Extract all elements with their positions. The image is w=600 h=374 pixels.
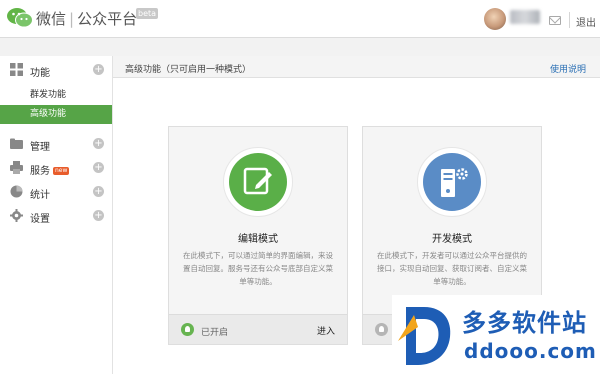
edit-mode-status: 已开启: [201, 328, 229, 338]
help-link[interactable]: 使用说明: [550, 62, 586, 75]
brand-primary: 微信: [36, 10, 67, 28]
lightbulb-icon: [181, 323, 194, 336]
sidebar-item-advanced[interactable]: 高级功能: [0, 105, 112, 124]
sidebar-group-stats[interactable]: 统计 +: [0, 180, 112, 204]
avatar[interactable]: [484, 8, 506, 30]
edit-mode-card: 编辑模式 在此模式下，可以通过简单的界面编辑，来设置自动回复。服务号还有公众号底…: [168, 126, 348, 345]
page-title: 高级功能（只可启用一种模式）: [125, 65, 252, 75]
expand-icon[interactable]: +: [93, 64, 104, 75]
mail-icon[interactable]: [549, 16, 561, 25]
wechat-logo-icon: [7, 8, 33, 28]
dev-mode-title: 开发模式: [432, 234, 472, 245]
sidebar-group-service[interactable]: 服务 new +: [0, 156, 112, 180]
expand-icon[interactable]: +: [93, 162, 104, 173]
edit-icon: [243, 167, 272, 195]
sidebar-group-label: 服务 new: [30, 162, 70, 177]
sidebar-group-label: 管理: [30, 142, 50, 153]
panel-header: 高级功能（只可启用一种模式） 使用说明: [113, 56, 600, 78]
header-divider: [569, 12, 570, 28]
enter-button[interactable]: 进入: [317, 324, 335, 337]
watermark-name: 多多软件站: [462, 309, 587, 337]
logout-link[interactable]: 退出: [576, 14, 596, 29]
sidebar-group-function[interactable]: 功能 +: [0, 58, 112, 82]
sidebar-group-manage[interactable]: 管理 +: [0, 132, 112, 156]
edit-mode-title: 编辑模式: [238, 234, 278, 245]
edit-mode-footer: 已开启 进入: [169, 314, 347, 344]
pie-chart-icon: [10, 185, 23, 198]
beta-badge: beta: [136, 8, 159, 19]
print-icon: [10, 161, 23, 174]
brand-title: 微信 | 公众平台: [36, 8, 137, 29]
brand-secondary: 公众平台: [77, 10, 138, 28]
watermark: 多多软件站 ddooo.com: [392, 295, 600, 374]
lightbulb-icon: [375, 323, 388, 336]
sidebar-group-settings[interactable]: 设置 +: [0, 204, 112, 228]
sidebar-group-label: 设置: [30, 214, 50, 225]
brand-divider: |: [69, 10, 75, 28]
folder-icon: [10, 138, 23, 149]
expand-icon[interactable]: +: [93, 138, 104, 149]
edit-mode-badge: [223, 147, 293, 217]
server-gear-icon: [441, 168, 468, 197]
sidebar-group-label-text: 服务: [30, 166, 50, 177]
expand-icon[interactable]: +: [93, 210, 104, 221]
new-badge: new: [53, 167, 70, 175]
sidebar-item-broadcast[interactable]: 群发功能: [0, 86, 112, 105]
sidebar: 功能 + 群发功能 高级功能 管理 + 服务 new + 统计 + 设置 +: [0, 56, 113, 374]
dev-mode-badge: [417, 147, 487, 217]
dev-mode-description: 在此模式下，开发者可以通过公众平台提供的接口，实现自动回复、获取订阅者、自定义菜…: [377, 251, 527, 286]
top-header: 微信 | 公众平台 beta 退出: [0, 0, 600, 38]
username-blurred[interactable]: [510, 10, 540, 24]
edit-mode-description: 在此模式下，可以通过简单的界面编辑，来设置自动回复。服务号还有公众号底部自定义菜…: [183, 251, 333, 286]
site-logo-icon: [398, 307, 451, 365]
watermark-url: ddooo.com: [464, 339, 597, 363]
gear-icon: [10, 209, 23, 222]
sidebar-group-label: 功能: [30, 68, 50, 79]
expand-icon[interactable]: +: [93, 186, 104, 197]
grid-icon: [10, 63, 23, 76]
sidebar-group-label: 统计: [30, 190, 50, 201]
